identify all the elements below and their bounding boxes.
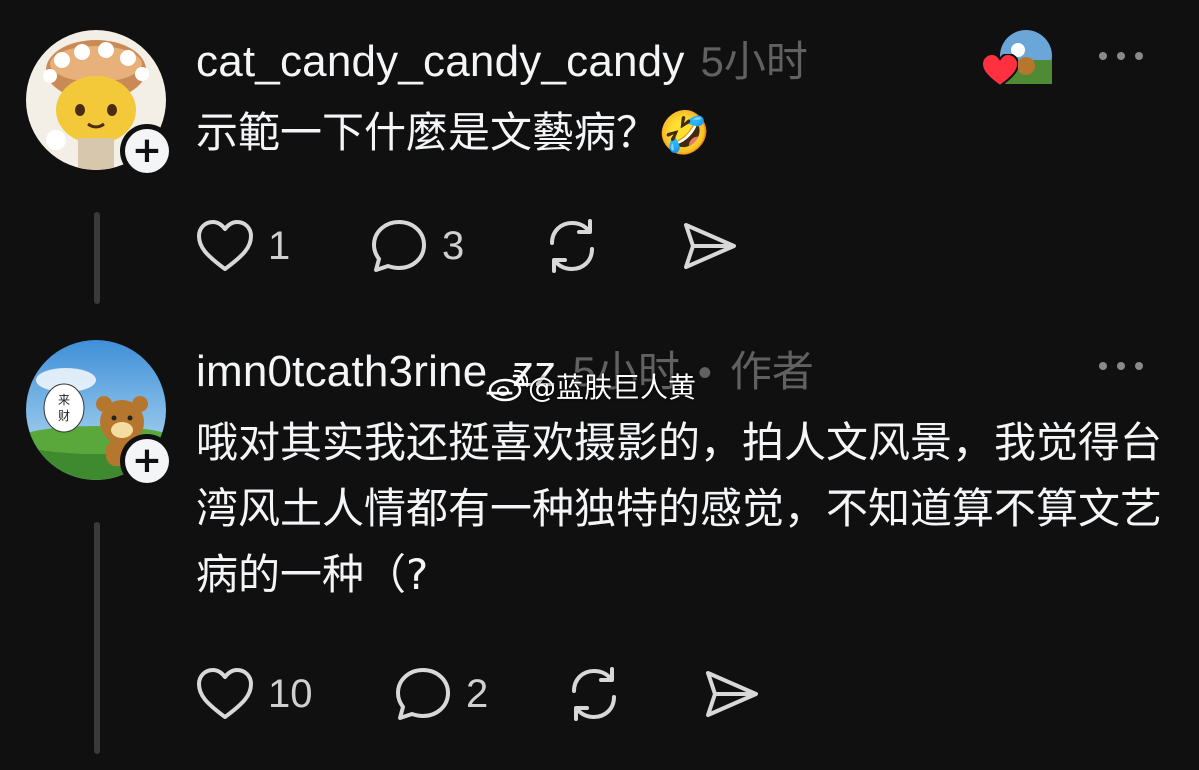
repost-button[interactable] xyxy=(542,216,602,276)
post-text: 示範一下什麼是文藝病？🤣 xyxy=(196,108,711,157)
plus-icon[interactable]: + xyxy=(125,129,169,173)
threads-reply-view: + cat_candy_candy_candy 5小时 示範一下什麼是文藝病？🤣 xyxy=(0,0,1199,770)
share-button[interactable] xyxy=(704,664,760,724)
separator-dot: • xyxy=(697,351,712,395)
heart-outline-icon xyxy=(197,220,253,271)
reply-count: 3 xyxy=(442,223,465,268)
username[interactable]: cat_candy_candy_candy xyxy=(196,37,685,87)
send-icon xyxy=(684,223,736,269)
avatar-wrap[interactable]: + xyxy=(26,30,174,178)
avatar-sign-line2: 财 xyxy=(58,409,70,423)
repost-icon xyxy=(572,667,616,721)
avatar-wrap[interactable]: 来 财 + xyxy=(26,340,174,488)
share-button[interactable] xyxy=(682,216,738,276)
comment-icon xyxy=(372,220,426,272)
watermark: @蓝肤巨人黄 xyxy=(488,366,696,406)
thread-line xyxy=(94,522,100,754)
author-tag: 作者 xyxy=(729,348,814,395)
watermark-text: @蓝肤巨人黄 xyxy=(528,371,697,404)
post-header: cat_candy_candy_candy 5小时 xyxy=(196,28,808,87)
plus-icon[interactable]: + xyxy=(125,439,169,483)
more-options-icon[interactable] xyxy=(1099,50,1143,62)
reply-button[interactable]: 3 xyxy=(370,216,464,276)
send-icon xyxy=(706,671,758,717)
timestamp: 5小时 xyxy=(700,38,808,85)
repost-icon xyxy=(550,219,594,273)
heart-outline-icon xyxy=(197,668,253,719)
repost-button[interactable] xyxy=(564,664,624,724)
reply-button[interactable]: 2 xyxy=(394,664,488,724)
like-count: 1 xyxy=(268,223,291,268)
heart-icon xyxy=(982,54,1018,88)
weibo-logo-icon xyxy=(488,370,528,402)
post-text: 哦对其实我还挺喜欢摄影的，拍人文风景，我觉得台湾风土人情都有一种独特的感觉，不知… xyxy=(196,418,1163,599)
liked-by-author-indicator xyxy=(982,30,1052,90)
follow-badge[interactable]: + xyxy=(120,124,174,178)
follow-badge[interactable]: + xyxy=(120,434,174,488)
like-button[interactable]: 10 xyxy=(196,664,313,724)
like-count: 10 xyxy=(268,671,313,716)
more-options-icon[interactable] xyxy=(1099,360,1143,372)
thread-line xyxy=(94,212,100,304)
avatar-sign-line1: 来 xyxy=(58,393,70,407)
reply-count: 2 xyxy=(466,671,489,716)
comment-icon xyxy=(396,668,450,720)
like-button[interactable]: 1 xyxy=(196,216,290,276)
